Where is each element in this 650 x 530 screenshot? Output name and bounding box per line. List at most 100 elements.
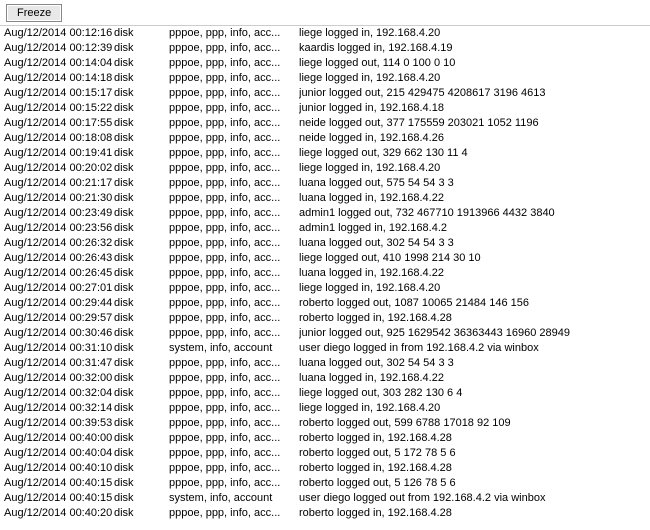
log-row[interactable]: Aug/12/2014 00:40:20diskpppoe, ppp, info… bbox=[0, 506, 650, 521]
log-buffer: disk bbox=[114, 116, 169, 131]
log-topics: pppoe, ppp, info, acc... bbox=[169, 401, 299, 416]
log-topics: pppoe, ppp, info, acc... bbox=[169, 461, 299, 476]
log-row[interactable]: Aug/12/2014 00:26:32diskpppoe, ppp, info… bbox=[0, 236, 650, 251]
log-buffer: disk bbox=[114, 251, 169, 266]
log-row[interactable]: Aug/12/2014 00:40:04diskpppoe, ppp, info… bbox=[0, 446, 650, 461]
log-topics: pppoe, ppp, info, acc... bbox=[169, 236, 299, 251]
log-buffer: disk bbox=[114, 326, 169, 341]
log-row[interactable]: Aug/12/2014 00:29:44diskpppoe, ppp, info… bbox=[0, 296, 650, 311]
log-time: Aug/12/2014 00:15:22 bbox=[4, 101, 114, 116]
log-buffer: disk bbox=[114, 431, 169, 446]
log-buffer: disk bbox=[114, 56, 169, 71]
log-buffer: disk bbox=[114, 86, 169, 101]
log-buffer: disk bbox=[114, 296, 169, 311]
log-buffer: disk bbox=[114, 401, 169, 416]
log-topics: pppoe, ppp, info, acc... bbox=[169, 311, 299, 326]
log-row[interactable]: Aug/12/2014 00:21:17diskpppoe, ppp, info… bbox=[0, 176, 650, 191]
log-time: Aug/12/2014 00:12:39 bbox=[4, 41, 114, 56]
log-row[interactable]: Aug/12/2014 00:26:45diskpppoe, ppp, info… bbox=[0, 266, 650, 281]
log-message: liege logged in, 192.168.4.20 bbox=[299, 401, 650, 416]
log-window: Freeze Aug/12/2014 00:12:16diskpppoe, pp… bbox=[0, 0, 650, 530]
log-row[interactable]: Aug/12/2014 00:26:43diskpppoe, ppp, info… bbox=[0, 251, 650, 266]
log-row[interactable]: Aug/12/2014 00:14:18diskpppoe, ppp, info… bbox=[0, 71, 650, 86]
log-row[interactable]: Aug/12/2014 00:15:22diskpppoe, ppp, info… bbox=[0, 101, 650, 116]
log-row[interactable]: Aug/12/2014 00:40:10diskpppoe, ppp, info… bbox=[0, 461, 650, 476]
log-row[interactable]: Aug/12/2014 00:23:56diskpppoe, ppp, info… bbox=[0, 221, 650, 236]
log-message: luana logged in, 192.168.4.22 bbox=[299, 191, 650, 206]
log-topics: pppoe, ppp, info, acc... bbox=[169, 281, 299, 296]
log-topics: pppoe, ppp, info, acc... bbox=[169, 191, 299, 206]
log-row[interactable]: Aug/12/2014 00:31:47diskpppoe, ppp, info… bbox=[0, 356, 650, 371]
log-time: Aug/12/2014 00:26:43 bbox=[4, 251, 114, 266]
freeze-button[interactable]: Freeze bbox=[6, 4, 62, 22]
log-time: Aug/12/2014 00:12:16 bbox=[4, 26, 114, 41]
log-row[interactable]: Aug/12/2014 00:19:41diskpppoe, ppp, info… bbox=[0, 146, 650, 161]
log-buffer: disk bbox=[114, 101, 169, 116]
log-topics: pppoe, ppp, info, acc... bbox=[169, 26, 299, 41]
log-message: luana logged out, 302 54 54 3 3 bbox=[299, 356, 650, 371]
log-time: Aug/12/2014 00:26:32 bbox=[4, 236, 114, 251]
log-message: neide logged in, 192.168.4.26 bbox=[299, 131, 650, 146]
log-message: admin1 logged out, 732 467710 1913966 44… bbox=[299, 206, 650, 221]
log-time: Aug/12/2014 00:32:00 bbox=[4, 371, 114, 386]
log-row[interactable]: Aug/12/2014 00:18:08diskpppoe, ppp, info… bbox=[0, 131, 650, 146]
log-message: liege logged out, 303 282 130 6 4 bbox=[299, 386, 650, 401]
log-row[interactable]: Aug/12/2014 00:12:16diskpppoe, ppp, info… bbox=[0, 26, 650, 41]
log-row[interactable]: Aug/12/2014 00:29:57diskpppoe, ppp, info… bbox=[0, 311, 650, 326]
log-row[interactable]: Aug/12/2014 00:40:00diskpppoe, ppp, info… bbox=[0, 431, 650, 446]
log-topics: pppoe, ppp, info, acc... bbox=[169, 431, 299, 446]
log-buffer: disk bbox=[114, 506, 169, 521]
log-time: Aug/12/2014 00:40:15 bbox=[4, 476, 114, 491]
log-row[interactable]: Aug/12/2014 00:31:10disksystem, info, ac… bbox=[0, 341, 650, 356]
log-list[interactable]: Aug/12/2014 00:12:16diskpppoe, ppp, info… bbox=[0, 25, 650, 530]
log-buffer: disk bbox=[114, 266, 169, 281]
log-topics: pppoe, ppp, info, acc... bbox=[169, 116, 299, 131]
log-message: roberto logged in, 192.168.4.28 bbox=[299, 311, 650, 326]
log-row[interactable]: Aug/12/2014 00:20:02diskpppoe, ppp, info… bbox=[0, 161, 650, 176]
log-row[interactable]: Aug/12/2014 00:32:14diskpppoe, ppp, info… bbox=[0, 401, 650, 416]
log-time: Aug/12/2014 00:40:15 bbox=[4, 491, 114, 506]
log-time: Aug/12/2014 00:23:56 bbox=[4, 221, 114, 236]
log-topics: pppoe, ppp, info, acc... bbox=[169, 476, 299, 491]
log-row[interactable]: Aug/12/2014 00:40:15disksystem, info, ac… bbox=[0, 491, 650, 506]
log-row[interactable]: Aug/12/2014 00:15:17diskpppoe, ppp, info… bbox=[0, 86, 650, 101]
log-buffer: disk bbox=[114, 356, 169, 371]
toolbar: Freeze bbox=[0, 0, 650, 25]
log-buffer: disk bbox=[114, 146, 169, 161]
log-buffer: disk bbox=[114, 176, 169, 191]
log-row[interactable]: Aug/12/2014 00:32:04diskpppoe, ppp, info… bbox=[0, 386, 650, 401]
log-topics: pppoe, ppp, info, acc... bbox=[169, 176, 299, 191]
log-row[interactable]: Aug/12/2014 00:17:55diskpppoe, ppp, info… bbox=[0, 116, 650, 131]
log-topics: pppoe, ppp, info, acc... bbox=[169, 251, 299, 266]
log-buffer: disk bbox=[114, 476, 169, 491]
log-buffer: disk bbox=[114, 221, 169, 236]
log-message: roberto logged in, 192.168.4.28 bbox=[299, 461, 650, 476]
log-topics: pppoe, ppp, info, acc... bbox=[169, 101, 299, 116]
log-message: roberto logged out, 5 172 78 5 6 bbox=[299, 446, 650, 461]
log-row[interactable]: Aug/12/2014 00:30:46diskpppoe, ppp, info… bbox=[0, 326, 650, 341]
log-row[interactable]: Aug/12/2014 00:39:53diskpppoe, ppp, info… bbox=[0, 416, 650, 431]
log-row[interactable]: Aug/12/2014 00:12:39diskpppoe, ppp, info… bbox=[0, 41, 650, 56]
log-topics: pppoe, ppp, info, acc... bbox=[169, 371, 299, 386]
log-time: Aug/12/2014 00:32:04 bbox=[4, 386, 114, 401]
log-message: liege logged in, 192.168.4.20 bbox=[299, 26, 650, 41]
log-message: luana logged in, 192.168.4.22 bbox=[299, 266, 650, 281]
log-time: Aug/12/2014 00:29:57 bbox=[4, 311, 114, 326]
log-buffer: disk bbox=[114, 236, 169, 251]
log-buffer: disk bbox=[114, 161, 169, 176]
log-topics: pppoe, ppp, info, acc... bbox=[169, 506, 299, 521]
log-row[interactable]: Aug/12/2014 00:23:49diskpppoe, ppp, info… bbox=[0, 206, 650, 221]
log-topics: pppoe, ppp, info, acc... bbox=[169, 266, 299, 281]
log-row[interactable]: Aug/12/2014 00:21:30diskpppoe, ppp, info… bbox=[0, 191, 650, 206]
log-row[interactable]: Aug/12/2014 00:27:01diskpppoe, ppp, info… bbox=[0, 281, 650, 296]
log-time: Aug/12/2014 00:21:17 bbox=[4, 176, 114, 191]
log-time: Aug/12/2014 00:40:04 bbox=[4, 446, 114, 461]
log-buffer: disk bbox=[114, 446, 169, 461]
log-message: liege logged out, 114 0 100 0 10 bbox=[299, 56, 650, 71]
log-message: roberto logged out, 5 126 78 5 6 bbox=[299, 476, 650, 491]
log-time: Aug/12/2014 00:39:53 bbox=[4, 416, 114, 431]
log-message: luana logged in, 192.168.4.22 bbox=[299, 371, 650, 386]
log-row[interactable]: Aug/12/2014 00:40:15diskpppoe, ppp, info… bbox=[0, 476, 650, 491]
log-row[interactable]: Aug/12/2014 00:32:00diskpppoe, ppp, info… bbox=[0, 371, 650, 386]
log-row[interactable]: Aug/12/2014 00:14:04diskpppoe, ppp, info… bbox=[0, 56, 650, 71]
